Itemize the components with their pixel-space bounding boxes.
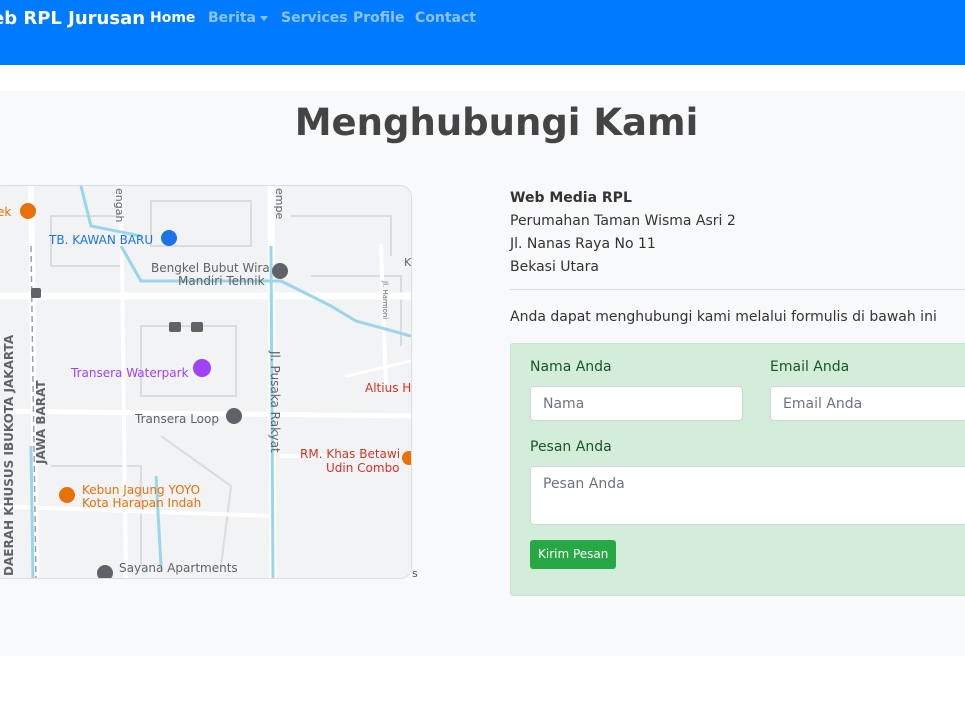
name-input[interactable]: Nama [530,386,743,421]
navbar: eb RPL Jurusan Home Berita Services Prof… [0,0,965,65]
map-corner-label: s [412,567,418,580]
map-place-label: Kebun Jagung YOYO [82,483,200,497]
map-region-label: DAERAH KHUSUS IBUKOTA JAKARTA [2,334,16,576]
map-place-label: Sayana Apartments [119,561,238,575]
name-label: Nama Anda [530,359,612,375]
nav-profile[interactable]: Profile [353,10,404,26]
nav-contact[interactable]: Contact [415,10,476,26]
restaurant-icon[interactable] [20,203,36,219]
page-title: Menghubungi Kami [294,101,699,144]
cafe-icon[interactable] [59,487,75,503]
nav-berita-label: Berita [208,10,257,26]
map-place-label: Mandiri Tehnik [178,274,265,288]
divider [510,289,965,290]
map-place-label: Kota Harapan Indah [82,496,201,510]
map-canvas[interactable]: ek TB. KAWAN BARU Bengkel Bubut Wira Man… [0,186,412,579]
map-place-label: Udin Combo [326,461,400,475]
contact-section: Menghubungi Kami k TB. KAWAN BARU Bengke… [0,91,965,656]
caret-down-icon [260,15,269,21]
map-road-label: K [404,256,412,269]
place-pin-icon[interactable] [226,408,242,424]
place-pin-icon[interactable] [272,263,288,279]
message-label: Pesan Anda [530,439,612,455]
nav-home[interactable]: Home [150,10,195,26]
organization-name: Web Media RPL [510,190,632,206]
address-line: Perumahan Taman Wisma Asri 2 [510,213,736,229]
form-intro-text: Anda dapat menghubungi kami melalui form… [510,309,937,325]
shopping-icon[interactable] [161,230,177,246]
map-road-label: Jl. Pusaka Rakyat [268,350,282,453]
map-road-label: empe [273,188,286,219]
map-region-label: JAWA BARAT [34,380,48,465]
email-label: Email Anda [770,359,850,375]
message-textarea[interactable]: Pesan Anda [530,466,965,525]
map-place-label: Transera Waterpark [70,366,189,380]
contact-form: Nama Anda Email Anda Nama Email Anda Pes… [510,343,965,596]
map-place-label: Bengkel Bubut Wira [151,261,270,275]
map-place-label: ek [0,205,11,219]
email-input[interactable]: Email Anda [770,386,965,421]
bus-icon[interactable] [31,288,41,298]
map-place-label: TB. KAWAN BARU [48,233,153,247]
map-place-label: RM. Khas Betawi [300,447,400,461]
map-place-label: Altius H [365,381,411,395]
nav-services[interactable]: Services [281,10,348,26]
map-road-label: Jl. Harmoni [381,280,389,319]
address-line: Bekasi Utara [510,259,599,275]
water-park-icon[interactable] [193,359,211,377]
contact-info: Web Media RPL Perumahan Taman Wisma Asri… [510,187,965,279]
navbar-brand[interactable]: eb RPL Jurusan [0,8,145,29]
bus-icon[interactable] [169,322,181,332]
bus-icon[interactable] [191,322,203,332]
map-place-label: Transera Loop [134,412,219,426]
map-embed[interactable]: ek TB. KAWAN BARU Bengkel Bubut Wira Man… [0,185,412,579]
map-road-label: engah [113,188,126,222]
submit-button[interactable]: Kirim Pesan [530,540,617,569]
nav-berita-dropdown[interactable]: Berita [208,10,269,26]
address-line: Jl. Nanas Raya No 11 [510,236,656,252]
